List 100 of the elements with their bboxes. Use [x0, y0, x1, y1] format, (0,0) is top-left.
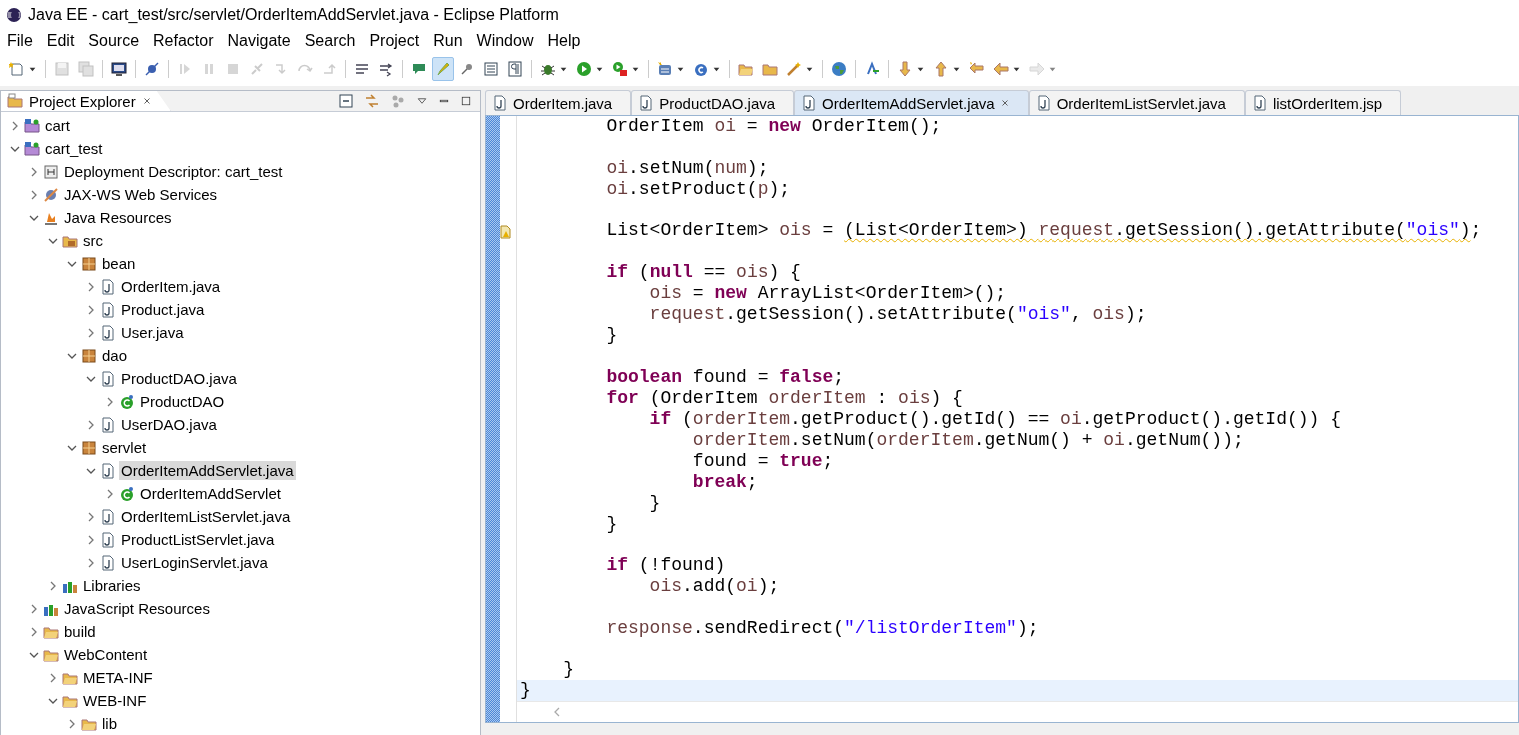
- tree-item[interactable]: Libraries: [81, 576, 143, 595]
- maximize-icon: [460, 95, 472, 107]
- stop-icon: [225, 61, 241, 77]
- code-line: oi.setNum(num);: [605, 157, 770, 179]
- code-line: }: [605, 324, 619, 346]
- wand-icon: [786, 61, 802, 77]
- run-icon: [576, 61, 592, 77]
- collapse-all-icon: [338, 93, 354, 109]
- globe-icon: [831, 61, 847, 77]
- code-line: }: [648, 492, 662, 514]
- tree-item[interactable]: OrderItemAddServlet: [138, 484, 283, 503]
- window-title: Java EE - cart_test/src/servlet/OrderItemAddServlet.java - Eclipse Platform: [28, 6, 559, 24]
- code-line: boolean found = false;: [605, 366, 846, 388]
- tree-item[interactable]: build: [62, 622, 98, 641]
- code-line: orderItem.setNum(orderItem.getNum() + oi.getNum());: [691, 429, 1245, 451]
- java-file-icon: [100, 554, 116, 571]
- tree-item[interactable]: User.java: [119, 323, 186, 342]
- java-file-icon: [492, 95, 508, 111]
- java-file-icon: [100, 324, 116, 341]
- app-icon: [6, 7, 22, 23]
- tree-item[interactable]: Deployment Descriptor: cart_test: [62, 162, 285, 181]
- tree-item[interactable]: cart: [43, 116, 72, 135]
- new-class-icon: [693, 61, 709, 77]
- descriptor-icon: [43, 163, 59, 180]
- block-selection-icon: [483, 61, 499, 77]
- tree-item[interactable]: WEB-INF: [81, 691, 149, 710]
- scroll-left-icon[interactable]: [553, 706, 561, 719]
- java-file-icon: [100, 531, 116, 548]
- java-file-icon: [100, 278, 116, 295]
- editor-tab[interactable]: OrderItemListServlet.java: [1028, 90, 1245, 115]
- tree-item[interactable]: OrderItemAddServlet.java: [119, 461, 296, 480]
- package-icon: [81, 347, 97, 364]
- class-icon: [119, 485, 135, 502]
- project-icon: [24, 140, 40, 157]
- save-all-icon: [78, 61, 94, 77]
- menu-item[interactable]: File: [0, 32, 40, 50]
- menu-item[interactable]: Project: [362, 32, 427, 50]
- menu-item[interactable]: Search: [297, 32, 363, 50]
- package-icon: [81, 255, 97, 272]
- tree-item[interactable]: lib: [100, 714, 119, 733]
- tree-item[interactable]: dao: [100, 346, 130, 365]
- tree-item[interactable]: ProductListServlet.java: [119, 530, 277, 549]
- tree-item[interactable]: UserDAO.java: [119, 415, 219, 434]
- menu-item[interactable]: Help: [540, 32, 588, 50]
- tree-item[interactable]: ProductDAO.java: [119, 369, 239, 388]
- menu-item[interactable]: Refactor: [146, 32, 221, 50]
- folder-icon: [762, 61, 778, 77]
- explorer-icon: [7, 93, 23, 109]
- close-icon: [999, 98, 1010, 108]
- filter-icon: [390, 93, 406, 109]
- disconnect-icon: [249, 61, 265, 77]
- link-editor-icon: [364, 93, 380, 109]
- java-file-icon: [100, 508, 116, 525]
- new-server-icon: [657, 61, 673, 77]
- tree-item[interactable]: OrderItemListServlet.java: [119, 507, 293, 526]
- tree-item[interactable]: UserLoginServlet.java: [119, 553, 270, 572]
- code-line: if (null == ois) {: [605, 261, 802, 283]
- menu-item[interactable]: Window: [469, 32, 541, 50]
- package-icon: [81, 439, 97, 456]
- editor-tab[interactable]: OrderItem.java: [485, 90, 632, 115]
- code-line: ois = new ArrayList<OrderItem>();: [648, 282, 1008, 304]
- save-icon: [54, 61, 70, 77]
- menu-item[interactable]: Navigate: [220, 32, 298, 50]
- editor-tab[interactable]: ProductDAO.java: [631, 90, 795, 115]
- menu-item[interactable]: Source: [81, 32, 147, 50]
- class-icon: [119, 393, 135, 410]
- code-line: request.getSession().setAttribute("ois", ois);: [648, 303, 1148, 325]
- code-line: }: [562, 659, 575, 681]
- back-icon: [993, 61, 1009, 77]
- step-into-icon: [273, 61, 289, 77]
- tree-item[interactable]: Java Resources: [62, 208, 174, 227]
- code-line: OrderItem oi = new OrderItem();: [605, 116, 943, 137]
- breakpoint-skip-icon: [144, 61, 160, 77]
- tree-item[interactable]: src: [81, 231, 105, 250]
- code-line: found = true;: [691, 450, 835, 472]
- code-line: if (orderItem.getProduct().getId() == oi.getProduct().getId()) {: [648, 408, 1342, 430]
- tree-item[interactable]: JavaScript Resources: [62, 599, 212, 618]
- tree-item[interactable]: bean: [100, 254, 138, 273]
- monitor-icon: [111, 61, 127, 77]
- editor-tab[interactable]: listOrderItem.jsp: [1244, 90, 1402, 115]
- new-file-icon: [9, 61, 25, 77]
- java-file-icon: [801, 95, 818, 111]
- tree-item[interactable]: Product.java: [119, 300, 207, 319]
- java-file-icon: [100, 370, 116, 387]
- editor-tab[interactable]: OrderItemAddServlet.java: [794, 90, 1029, 115]
- java-file-icon: [638, 95, 655, 111]
- tree-item[interactable]: WebContent: [62, 645, 150, 664]
- menu-item[interactable]: Run: [426, 32, 470, 50]
- view-tab[interactable]: Project Explorer: [1, 91, 171, 111]
- tree-item[interactable]: servlet: [100, 438, 149, 457]
- menu-item[interactable]: Edit: [39, 32, 82, 50]
- java-file-icon: [100, 462, 116, 479]
- tree-item[interactable]: cart_test: [43, 139, 105, 158]
- previous-annotation-icon: [933, 61, 949, 77]
- code-line: break;: [691, 471, 759, 493]
- tree-item[interactable]: JAX-WS Web Services: [62, 185, 220, 204]
- tree-item[interactable]: ProductDAO: [138, 392, 227, 411]
- tree-item[interactable]: OrderItem.java: [119, 277, 223, 296]
- project-icon: [24, 117, 40, 134]
- tree-item[interactable]: META-INF: [81, 668, 155, 687]
